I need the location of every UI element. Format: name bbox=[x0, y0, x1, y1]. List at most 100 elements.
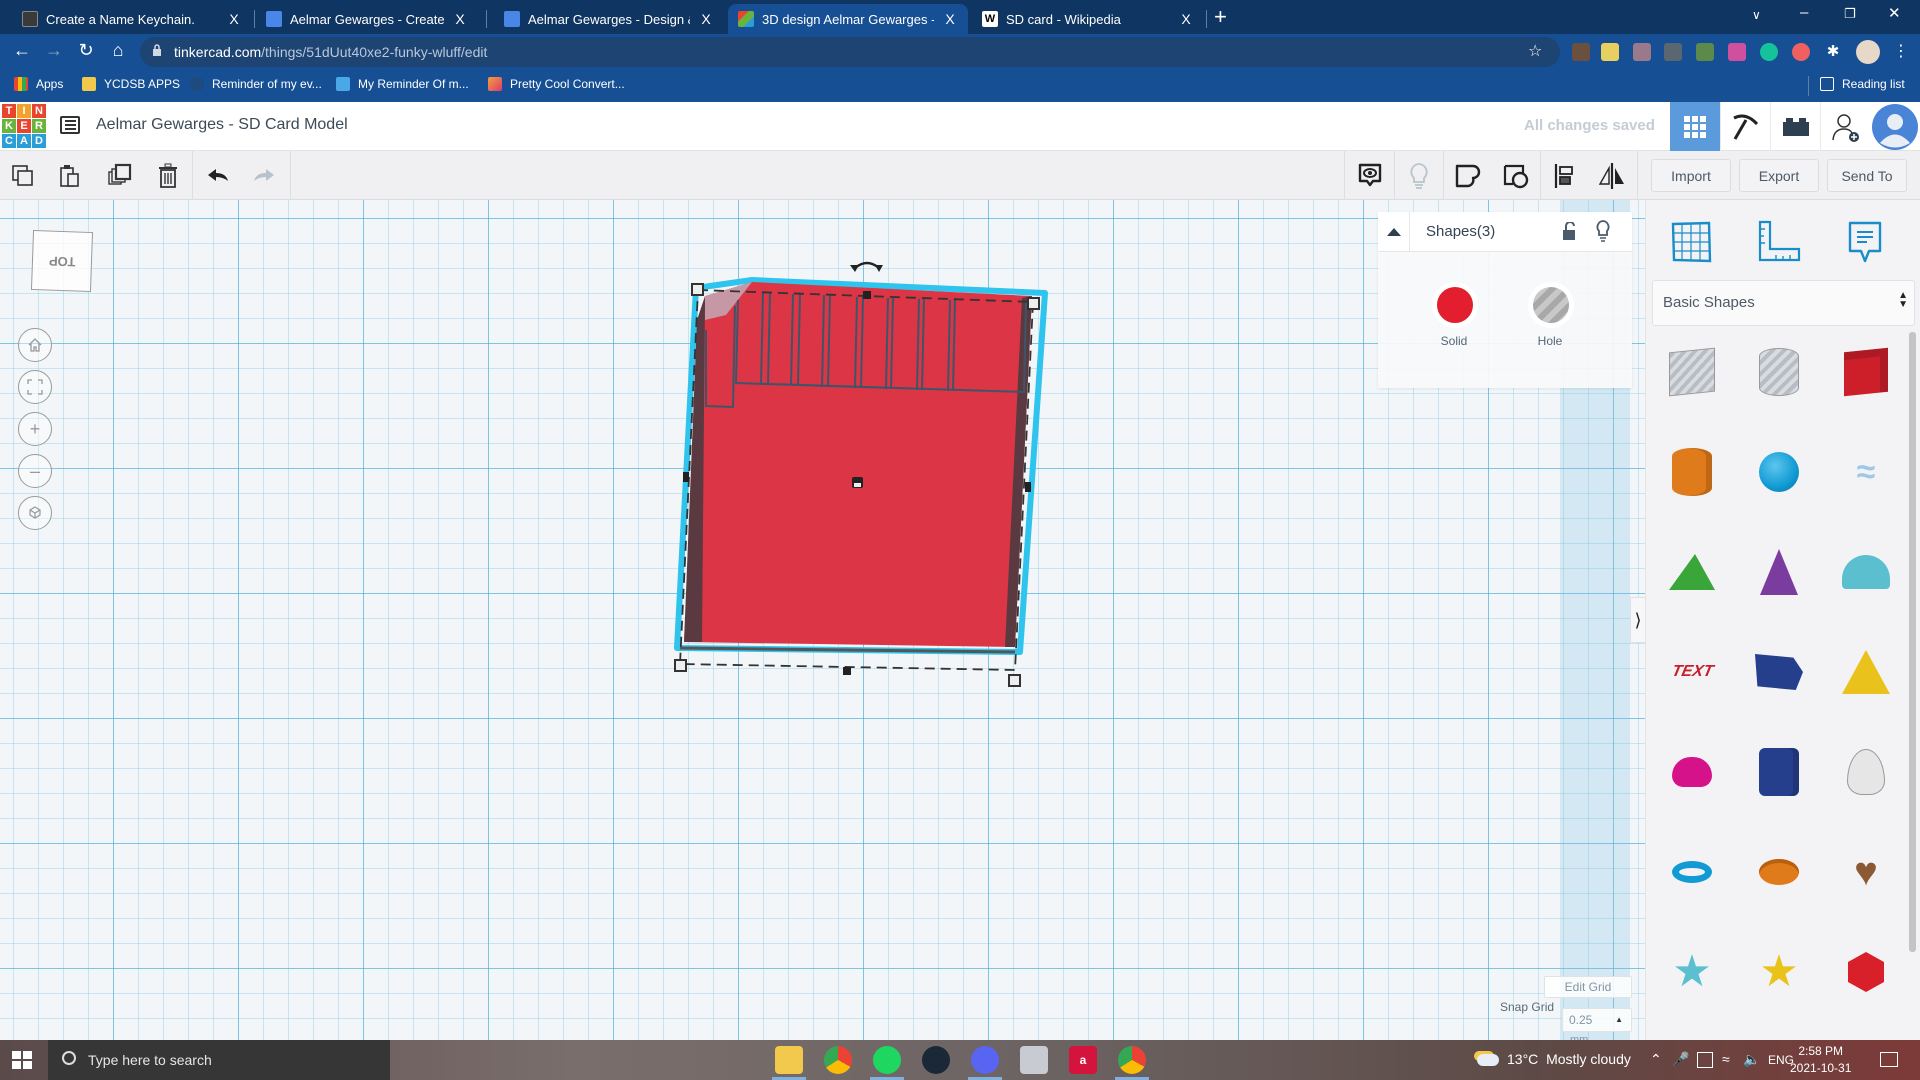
duplicate-button[interactable] bbox=[105, 161, 135, 191]
edge-handle[interactable] bbox=[843, 667, 851, 675]
shape-sphere[interactable] bbox=[1743, 436, 1815, 508]
amd-icon[interactable]: a bbox=[1069, 1046, 1097, 1074]
start-button[interactable] bbox=[12, 1051, 32, 1069]
shape-star-six[interactable]: ★ bbox=[1743, 936, 1815, 1008]
wifi-icon[interactable]: ≈ bbox=[1722, 1051, 1730, 1067]
shape-cylinder-hole[interactable] bbox=[1743, 336, 1815, 408]
blocks-button[interactable] bbox=[1720, 102, 1770, 151]
discord-icon[interactable] bbox=[971, 1046, 999, 1074]
visibility-bulb-icon[interactable] bbox=[1596, 220, 1610, 242]
perspective-button[interactable] bbox=[18, 496, 52, 530]
unlock-icon[interactable] bbox=[1562, 222, 1576, 240]
shape-text[interactable]: TEXT bbox=[1656, 636, 1728, 708]
resize-handle[interactable] bbox=[691, 283, 704, 296]
resize-handle[interactable] bbox=[674, 659, 687, 672]
shape-cone[interactable] bbox=[1743, 536, 1815, 608]
tab-aelmar-create-name[interactable]: Aelmar Gewarges - Create a Nam X bbox=[256, 4, 478, 34]
shape-paraboloid[interactable] bbox=[1830, 736, 1902, 808]
chrome-profile-icon[interactable] bbox=[1118, 1046, 1146, 1074]
shape-torus[interactable] bbox=[1656, 836, 1728, 908]
extension-icon[interactable] bbox=[1696, 43, 1714, 61]
task-manager-icon[interactable] bbox=[1020, 1046, 1048, 1074]
resize-handle[interactable] bbox=[1008, 674, 1021, 687]
zoom-out-button[interactable]: – bbox=[18, 454, 52, 488]
bookmark-my-reminder[interactable]: My Reminder Of m... bbox=[336, 77, 469, 91]
zoom-in-button[interactable]: + bbox=[18, 412, 52, 446]
bookmark-reminder-events[interactable]: Reminder of my ev... bbox=[190, 77, 322, 91]
shape-tube[interactable] bbox=[1743, 836, 1815, 908]
close-tab-icon[interactable]: X bbox=[942, 11, 958, 27]
shape-polygon[interactable] bbox=[1743, 736, 1815, 808]
workplane-canvas[interactable]: TOP + – Shapes(3) Solid Hole Edit Grid S… bbox=[0, 200, 1645, 1040]
shape-heart[interactable]: ♥ bbox=[1830, 836, 1902, 908]
design-title[interactable]: Aelmar Gewarges - SD Card Model bbox=[96, 116, 348, 134]
user-avatar[interactable] bbox=[1870, 102, 1920, 151]
light-button[interactable] bbox=[1404, 161, 1434, 191]
weather-widget[interactable]: 13°C Mostly cloudy bbox=[1477, 1051, 1631, 1067]
group-button[interactable] bbox=[1501, 161, 1531, 191]
extension-icon[interactable] bbox=[1792, 43, 1810, 61]
view-cube[interactable]: TOP bbox=[30, 229, 94, 293]
tab-3d-design[interactable]: 3D design Aelmar Gewarges - SD X bbox=[728, 4, 968, 34]
undo-button[interactable] bbox=[203, 161, 233, 191]
shape-category-select[interactable]: Basic Shapes ▲ ▼ bbox=[1652, 280, 1915, 326]
tab-aelmar-design[interactable]: Aelmar Gewarges - Design & Mo X bbox=[494, 4, 724, 34]
restore-button[interactable]: ❐ bbox=[1844, 6, 1856, 22]
edge-handle[interactable] bbox=[1025, 482, 1031, 492]
shapes-scrollbar[interactable] bbox=[1909, 332, 1916, 952]
import-button[interactable]: Import bbox=[1651, 159, 1731, 192]
redo-button[interactable] bbox=[249, 161, 279, 191]
notifications-icon[interactable] bbox=[1880, 1052, 1898, 1067]
invite-user-button[interactable] bbox=[1820, 102, 1870, 151]
snap-grid-select[interactable]: 0.25 ▲ bbox=[1562, 1008, 1632, 1032]
mirror-button[interactable] bbox=[1597, 161, 1627, 191]
home-view-button[interactable] bbox=[18, 328, 52, 362]
reload-button[interactable]: ↻ bbox=[74, 40, 98, 61]
export-button[interactable]: Export bbox=[1739, 159, 1819, 192]
send-to-button[interactable]: Send To bbox=[1827, 159, 1907, 192]
shape-box[interactable] bbox=[1830, 336, 1902, 408]
edge-handle[interactable] bbox=[863, 291, 871, 299]
display-icon[interactable] bbox=[1697, 1052, 1713, 1068]
new-tab-button[interactable]: + bbox=[1214, 4, 1227, 30]
resize-handle[interactable] bbox=[1027, 297, 1040, 310]
extension-icon[interactable] bbox=[1572, 43, 1590, 61]
microphone-icon[interactable]: 🎤 bbox=[1672, 1051, 1689, 1068]
file-explorer-icon[interactable] bbox=[775, 1046, 803, 1074]
bookmark-ycdsb-apps[interactable]: YCDSB APPS bbox=[82, 77, 180, 91]
align-button[interactable] bbox=[1550, 161, 1580, 191]
close-tab-icon[interactable]: X bbox=[452, 11, 468, 27]
edit-grid-button[interactable]: Edit Grid bbox=[1544, 976, 1632, 998]
bookmark-star-icon[interactable]: ☆ bbox=[1528, 41, 1542, 61]
extension-icon[interactable] bbox=[1664, 43, 1682, 61]
close-tab-icon[interactable]: X bbox=[698, 11, 714, 27]
shape-icosahedron[interactable] bbox=[1830, 936, 1902, 1008]
spotify-icon[interactable] bbox=[873, 1046, 901, 1074]
bookmark-apps[interactable]: Apps bbox=[14, 77, 63, 91]
minimize-button[interactable]: – bbox=[1800, 4, 1808, 21]
shape-button[interactable] bbox=[1453, 161, 1483, 191]
shape-half-sphere[interactable] bbox=[1656, 736, 1728, 808]
url-input[interactable]: tinkercad.com/things/51dUut40xe2-funky-w… bbox=[140, 37, 1560, 67]
tray-overflow-icon[interactable]: ⌃ bbox=[1650, 1051, 1662, 1068]
fit-view-button[interactable] bbox=[18, 370, 52, 404]
toggle-shape-panel-button[interactable]: ⟩ bbox=[1630, 597, 1646, 643]
design-list-icon[interactable] bbox=[60, 116, 80, 134]
edge-handle[interactable] bbox=[683, 472, 689, 482]
ruler-tool-button[interactable] bbox=[1749, 212, 1809, 272]
tab-search-icon[interactable]: ∨ bbox=[1752, 8, 1761, 22]
shape-wedge[interactable] bbox=[1743, 636, 1815, 708]
profile-avatar[interactable] bbox=[1856, 40, 1880, 64]
shape-cylinder[interactable] bbox=[1656, 436, 1728, 508]
close-window-button[interactable]: ✕ bbox=[1888, 4, 1901, 22]
back-button[interactable]: ← bbox=[10, 40, 34, 61]
workplane-tool-button[interactable] bbox=[1661, 212, 1721, 272]
volume-icon[interactable]: 🔈 bbox=[1743, 1051, 1760, 1068]
tab-sd-card-wikipedia[interactable]: W SD card - Wikipedia X bbox=[972, 4, 1204, 34]
browser-menu-icon[interactable]: ⋮ bbox=[1892, 43, 1910, 61]
extension-icon[interactable] bbox=[1633, 43, 1651, 61]
grammarly-icon[interactable] bbox=[1760, 43, 1778, 61]
copy-button[interactable] bbox=[8, 161, 38, 191]
notes-button[interactable] bbox=[1355, 161, 1385, 191]
shape-pyramid[interactable] bbox=[1830, 636, 1902, 708]
